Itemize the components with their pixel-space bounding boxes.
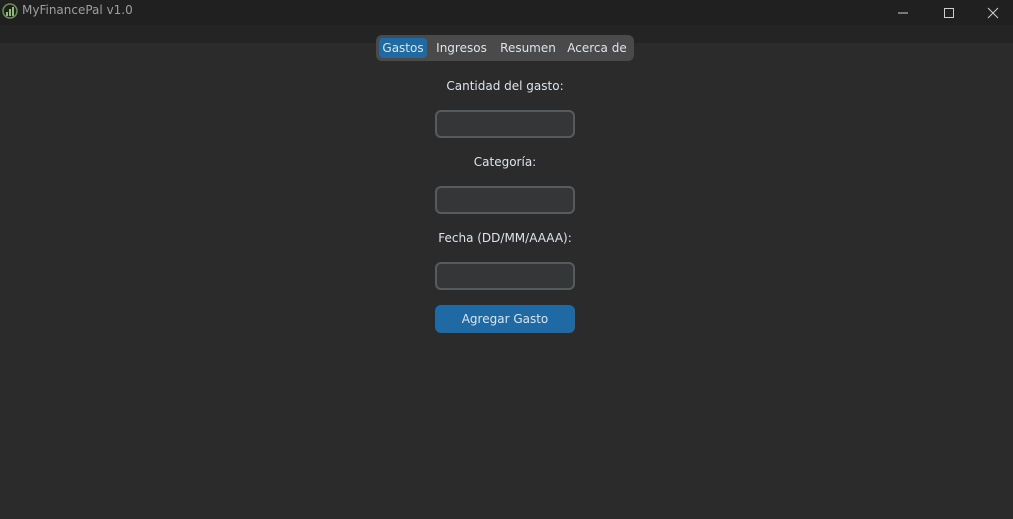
segmented-tab-bar: Gastos Ingresos Resumen Acerca de [376,35,634,61]
tab-acerca-de[interactable]: Acerca de [564,38,630,58]
category-label: Categoría: [473,155,537,169]
maximize-button[interactable] [926,0,972,25]
add-expense-button[interactable]: Agregar Gasto [435,305,575,333]
window-title: MyFinancePal v1.0 [22,3,133,17]
amount-input[interactable] [435,110,575,138]
tab-resumen[interactable]: Resumen [497,38,559,58]
close-button[interactable] [970,0,1013,25]
amount-label: Cantidad del gasto: [446,79,564,93]
minimize-button[interactable] [880,0,926,25]
maximize-icon [944,7,954,18]
finance-chart-icon [2,3,18,19]
close-icon [987,7,999,18]
date-input[interactable] [435,262,575,290]
minimize-icon [898,12,908,13]
tab-gastos[interactable]: Gastos [379,38,427,58]
tab-ingresos[interactable]: Ingresos [432,38,491,58]
category-input[interactable] [435,186,575,214]
title-bar: MyFinancePal v1.0 [0,0,1013,25]
date-label: Fecha (DD/MM/AAAA): [438,231,572,245]
